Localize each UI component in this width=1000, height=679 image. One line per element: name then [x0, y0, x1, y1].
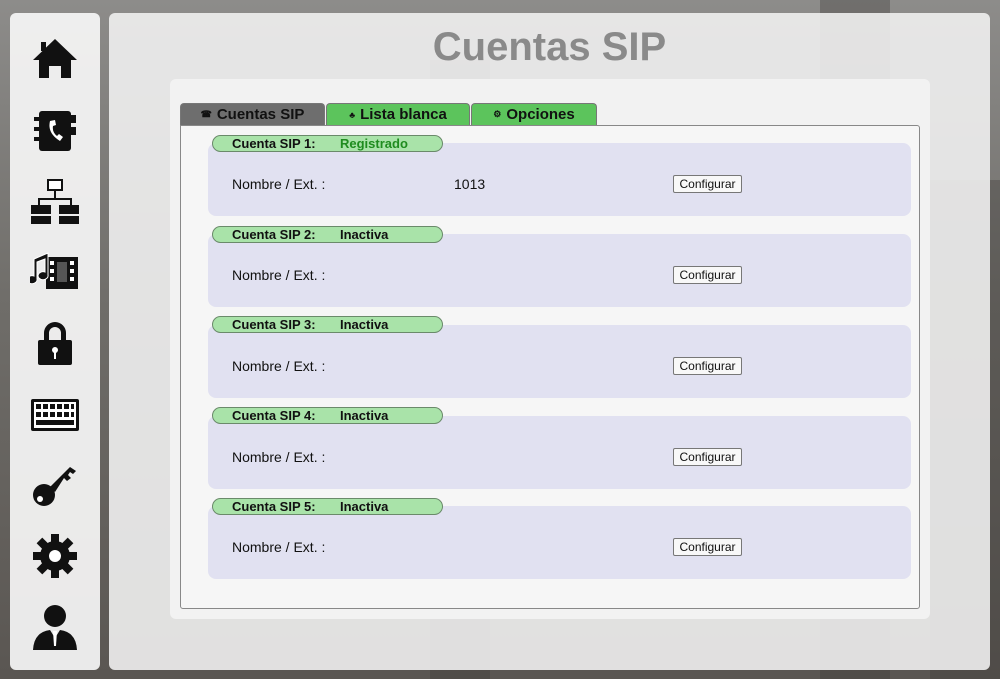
gear-icon: [33, 534, 77, 578]
sidebar-item-multimedia[interactable]: [10, 239, 100, 305]
sidebar-item-settings[interactable]: [10, 523, 100, 589]
sidebar-item-phonebook[interactable]: [10, 97, 100, 163]
phone-icon: ☎: [200, 109, 212, 119]
tab-label: Opciones: [506, 106, 575, 123]
sidebar-item-security[interactable]: [10, 310, 100, 376]
account-status: Registrado: [340, 136, 408, 151]
tab-opciones[interactable]: ⚙ Opciones: [471, 103, 597, 125]
home-icon: [33, 39, 77, 78]
tab-label: Lista blanca: [360, 106, 447, 123]
sidebar-item-keypad[interactable]: [10, 381, 100, 447]
account-label: Cuenta SIP 5:: [232, 499, 316, 514]
multimedia-icon: [30, 252, 78, 289]
main-panel: Cuentas SIP ☎ Cuentas SIP ♣ Lista blanca…: [109, 13, 990, 670]
configure-button[interactable]: Configurar: [673, 266, 742, 284]
name-ext-label: Nombre / Ext. :: [232, 449, 326, 465]
account-status: Inactiva: [340, 317, 389, 332]
sip-account-header: Cuenta SIP 3: Inactiva: [212, 316, 443, 333]
users-icon: ♣: [349, 109, 356, 120]
sip-account-header: Cuenta SIP 4: Inactiva: [212, 407, 443, 424]
sip-account-header: Cuenta SIP 1: Registrado: [212, 135, 443, 152]
page-title: Cuentas SIP: [432, 25, 667, 69]
account-status: Inactiva: [340, 408, 389, 423]
configure-button[interactable]: Configurar: [673, 357, 742, 375]
sidebar-item-access[interactable]: [10, 452, 100, 518]
account-label: Cuenta SIP 4:: [232, 408, 316, 423]
sip-account-card: Nombre / Ext. : Configurar: [208, 506, 911, 579]
network-icon: [31, 179, 79, 224]
sip-accounts-panel: ☎ Cuentas SIP ♣ Lista blanca ⚙ Opciones …: [170, 79, 930, 619]
phonebook-icon: [34, 111, 76, 151]
configure-button[interactable]: Configurar: [673, 175, 742, 193]
name-ext-label: Nombre / Ext. :: [232, 176, 326, 192]
sidebar-item-network[interactable]: [10, 168, 100, 234]
name-ext-label: Nombre / Ext. :: [232, 539, 326, 555]
sip-account-card: Nombre / Ext. : Configurar: [208, 416, 911, 489]
account-label: Cuenta SIP 3:: [232, 317, 316, 332]
lock-icon: [38, 322, 72, 365]
key-icon: [33, 467, 76, 506]
account-status: Inactiva: [340, 499, 389, 514]
account-status: Inactiva: [340, 227, 389, 242]
sidebar-item-home[interactable]: [10, 26, 100, 92]
sidebar: [10, 13, 100, 670]
wrench-icon: ⚙: [493, 109, 502, 119]
name-ext-label: Nombre / Ext. :: [232, 267, 326, 283]
sip-account-card: Nombre / Ext. : Configurar: [208, 325, 911, 398]
tab-label: Cuentas SIP: [216, 106, 305, 123]
account-label: Cuenta SIP 2:: [232, 227, 316, 242]
tab-cuentas-sip[interactable]: ☎ Cuentas SIP: [180, 103, 325, 125]
account-label: Cuenta SIP 1:: [232, 136, 316, 151]
sip-account-header: Cuenta SIP 2: Inactiva: [212, 226, 443, 243]
configure-button[interactable]: Configurar: [673, 538, 742, 556]
sip-account-header: Cuenta SIP 5: Inactiva: [212, 498, 443, 515]
name-ext-value: 1013: [454, 176, 486, 192]
sip-account-card: Nombre / Ext. : 1013 Configurar: [208, 143, 911, 216]
tab-content: Nombre / Ext. : 1013 Configurar Cuenta S…: [180, 125, 920, 609]
tab-lista-blanca[interactable]: ♣ Lista blanca: [326, 103, 470, 125]
configure-button[interactable]: Configurar: [673, 448, 742, 466]
sip-account-card: Nombre / Ext. : Configurar: [208, 234, 911, 307]
sidebar-item-user[interactable]: [10, 594, 100, 660]
name-ext-label: Nombre / Ext. :: [232, 358, 326, 374]
keyboard-icon: [31, 399, 79, 431]
user-icon: [33, 605, 77, 650]
